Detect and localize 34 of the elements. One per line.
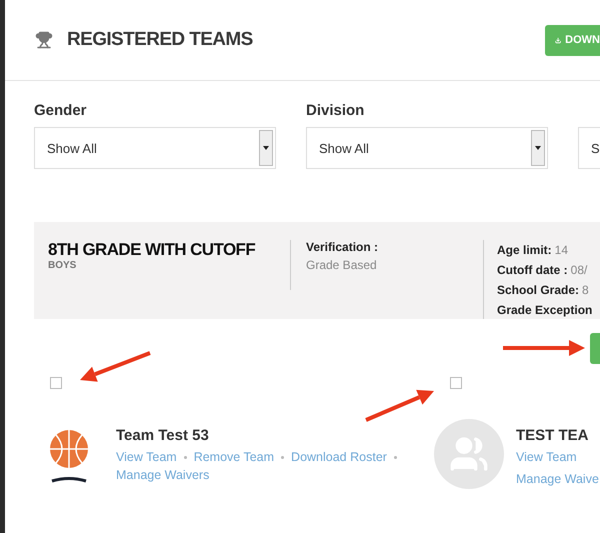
caret-icon (535, 146, 541, 150)
filter-select[interactable]: S (578, 127, 600, 169)
team-link[interactable]: Manage Waive (516, 472, 599, 486)
detail-label: Age limit: (497, 242, 552, 256)
division-name: 8TH GRADE WITH CUTOFF (48, 240, 256, 260)
detail-label: Grade Exception (497, 302, 592, 316)
team-checkbox[interactable] (50, 377, 62, 389)
detail-value: 08/ (570, 262, 588, 276)
team-link[interactable]: View Team (116, 450, 177, 464)
pointer-arrow (80, 351, 151, 382)
filter-select[interactable]: Show All (306, 127, 548, 169)
team-name: TEST TEA (516, 427, 590, 444)
detail-value: 14 (554, 242, 568, 256)
action-button[interactable] (590, 333, 600, 364)
team-link[interactable]: Manage Waivers (116, 468, 210, 482)
team-checkbox[interactable] (450, 377, 462, 389)
page-title: REGISTERED TEAMS (67, 29, 254, 51)
pointer-arrow (365, 390, 434, 422)
team-link[interactable]: View Team (516, 450, 577, 464)
team-link[interactable]: Download Roster (291, 450, 387, 464)
caret-icon (263, 146, 269, 150)
filter-label: Division (306, 102, 366, 120)
detail-value: 8 (582, 282, 589, 296)
filter-label: Gender (34, 102, 88, 120)
filter-select[interactable]: Show All (34, 127, 276, 169)
division-gender: BOYS (48, 260, 78, 271)
detail-label: School Grade: (497, 282, 580, 296)
verification-value: Grade Based (306, 258, 378, 272)
verification-label: Verification : (306, 240, 380, 254)
detail-label: Cutoff date : (497, 262, 568, 276)
team-name: Team Test 53 (116, 427, 210, 444)
download-button[interactable]: DOWN (545, 24, 600, 56)
team-link[interactable]: Remove Team (194, 450, 274, 464)
trophy-icon (35, 31, 53, 49)
